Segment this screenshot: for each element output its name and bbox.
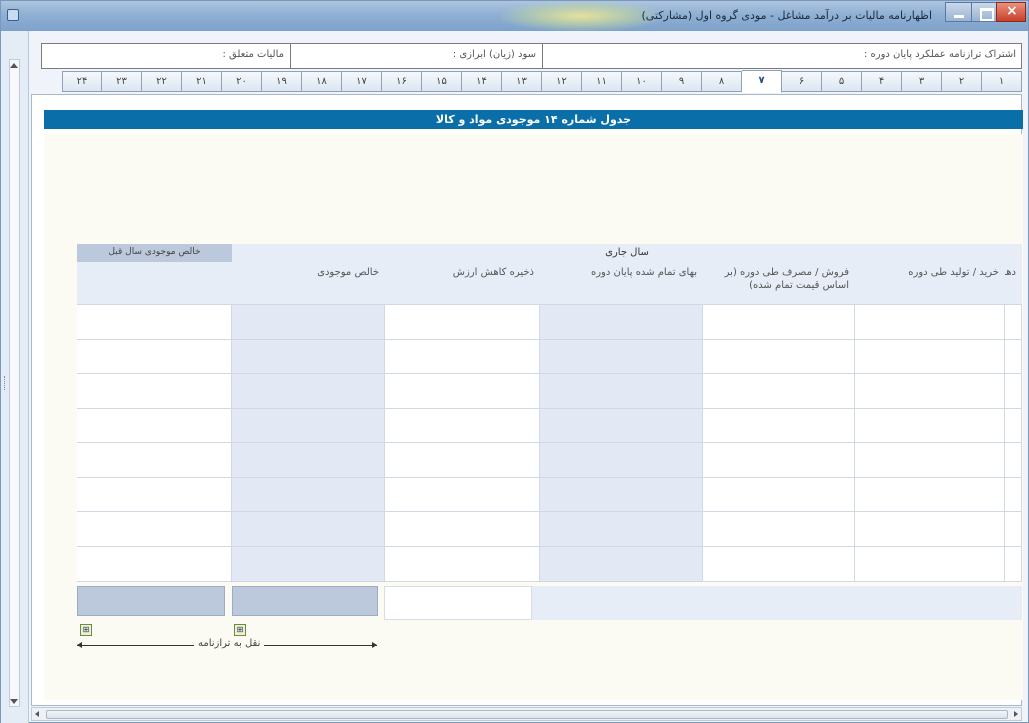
grid-col-decade[interactable] [1005,304,1022,582]
transfer-net-icon[interactable]: ⊞ [234,624,246,636]
close-button[interactable] [996,2,1026,22]
scroll-up-icon[interactable] [10,63,18,68]
tab-22[interactable]: ۲۲ [142,71,182,92]
maximize-button[interactable] [971,2,998,22]
page-tabs: ۱ ۲ ۳ ۴ ۵ ۶ ۷ ۸ ۹ ۱۰ ۱۱ ۱۲ ۱۳ ۱۴ ۱۵ ۱۶ ۱… [31,70,1022,93]
tab-16[interactable]: ۱۶ [382,71,422,92]
app-window: اظهارنامه مالیات بر درآمد مشاغل - مودی گ… [0,0,1029,723]
tab-17[interactable]: ۱۷ [342,71,382,92]
transfer-label: نقل به ترازنامه [194,638,265,649]
inventory-grid [77,304,1022,582]
tab-6[interactable]: ۶ [782,71,822,92]
summary-strip: اشتراک ترازنامه عملکرد پایان دوره : سود … [41,43,1022,69]
app-icon[interactable] [7,9,19,21]
left-scroll-gutter [1,31,29,723]
tab-5[interactable]: ۵ [822,71,862,92]
scroll-right-icon[interactable] [1014,711,1018,717]
col-purchase-production: خرید / تولید طی دوره [908,267,999,278]
transfer-prev-icon[interactable]: ⊞ [80,624,92,636]
tab-14[interactable]: ۱۴ [462,71,502,92]
tab-8[interactable]: ۸ [702,71,742,92]
col-impairment-reserve: ذخیره کاهش ارزش [452,267,534,278]
total-prev-year [77,586,225,616]
tab-19[interactable]: ۱۹ [262,71,302,92]
tab-7[interactable]: ۷ [742,70,782,93]
tab-11[interactable]: ۱۱ [582,71,622,92]
total-net-inventory [232,586,378,616]
resize-grip-icon[interactable] [4,376,7,390]
col-net-inventory: خالص موجودی [317,267,379,278]
col-decade: دهه [1005,267,1016,278]
tab-23[interactable]: ۲۳ [102,71,142,92]
form-area: سال جاری خالص موجودی سال قبل خالص موجودی… [44,134,1023,700]
tab-24[interactable]: ۲۴ [62,71,102,92]
tab-15[interactable]: ۱۵ [422,71,462,92]
grid-col-reserve[interactable] [385,304,540,582]
col-ending-cost: بهای تمام شده پایان دوره [590,267,697,278]
tab-13[interactable]: ۱۳ [502,71,542,92]
scroll-down-icon[interactable] [10,699,18,704]
vertical-scrollbar[interactable] [9,59,20,707]
tab-18[interactable]: ۱۸ [302,71,342,92]
grid-col-prev[interactable] [77,304,232,582]
total-reserve [384,586,532,620]
grid-col-net[interactable] [232,304,385,582]
total-strip [532,586,1022,620]
grid-col-ending[interactable] [540,304,703,582]
profit-field: سود (زیان) ابرازی : [290,44,542,68]
grid-col-sales[interactable] [703,304,855,582]
title-bar: اظهارنامه مالیات بر درآمد مشاغل - مودی گ… [1,1,1028,31]
window-title: اظهارنامه مالیات بر درآمد مشاغل - مودی گ… [641,9,932,22]
horizontal-scrollbar[interactable] [31,707,1022,721]
tab-4[interactable]: ۴ [862,71,902,92]
tab-1[interactable]: ۱ [982,71,1022,92]
tab-20[interactable]: ۲۰ [222,71,262,92]
col-sales-usage: فروش / مصرف طی دوره (بر اساس قیمت تمام ش… [724,267,849,291]
table-panel: جدول شماره ۱۴ موجودی مواد و کالا سال جار… [31,94,1023,706]
current-year-header: سال جاری [232,244,1022,262]
scroll-left-icon[interactable] [35,711,39,717]
scroll-thumb[interactable] [46,710,1008,719]
tab-12[interactable]: ۱۲ [542,71,582,92]
tab-2[interactable]: ۲ [942,71,982,92]
column-headers: خالص موجودی ذخیره کاهش ارزش بهای تمام شد… [77,262,1022,304]
minimize-button[interactable] [945,2,972,22]
grid-col-purchase[interactable] [855,304,1005,582]
section-title: جدول شماره ۱۴ موجودی مواد و کالا [44,110,1023,129]
tax-field: مالیات متعلق : [222,49,284,60]
tab-10[interactable]: ۱۰ [622,71,662,92]
period-field: اشتراک ترازنامه عملکرد پایان دوره : [542,44,1022,68]
tab-3[interactable]: ۳ [902,71,942,92]
tab-21[interactable]: ۲۱ [182,71,222,92]
tab-9[interactable]: ۹ [662,71,702,92]
